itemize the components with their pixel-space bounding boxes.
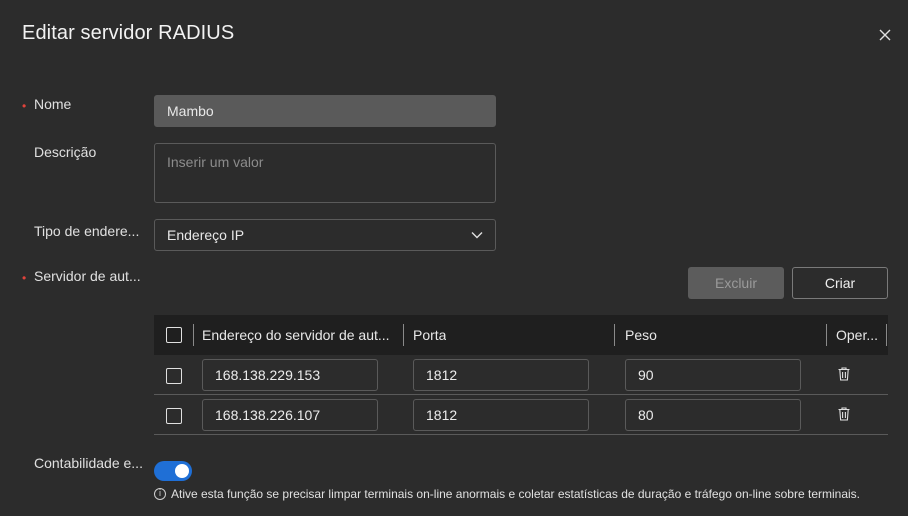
- dialog-title: Editar servidor RADIUS: [22, 22, 235, 44]
- column-separator: [886, 324, 887, 346]
- close-icon: [879, 29, 891, 41]
- auth-server-label: Servidor de aut...: [34, 268, 141, 284]
- name-label: Nome: [34, 96, 72, 112]
- column-separator: [826, 324, 827, 346]
- trash-icon[interactable]: [836, 406, 852, 422]
- table-header: Endereço do servidor de aut... Porta Pes…: [154, 315, 888, 355]
- port-input[interactable]: 1812: [413, 359, 589, 391]
- table-row: 168.138.229.153 1812 90: [154, 355, 888, 395]
- name-input[interactable]: Mambo: [154, 95, 496, 127]
- trash-icon[interactable]: [836, 366, 852, 382]
- table-row: 168.138.226.107 1812 80: [154, 395, 888, 435]
- column-header-weight: Peso: [625, 327, 657, 343]
- accounting-toggle[interactable]: [154, 461, 192, 481]
- chevron-down-icon: [471, 232, 483, 239]
- description-label: Descrição: [34, 144, 97, 160]
- description-input[interactable]: [154, 143, 496, 203]
- address-type-label: Tipo de endere...: [34, 223, 140, 239]
- auth-server-table: Endereço do servidor de aut... Porta Pes…: [154, 315, 888, 435]
- address-input[interactable]: 168.138.226.107: [202, 399, 378, 431]
- column-header-address: Endereço do servidor de aut...: [202, 327, 390, 343]
- info-icon: i: [154, 488, 166, 500]
- accounting-hint-text: Ative esta função se precisar limpar ter…: [171, 487, 860, 501]
- accounting-label: Contabilidade e...: [34, 455, 143, 471]
- required-marker: •: [22, 99, 27, 113]
- accounting-hint: i Ative esta função se precisar limpar t…: [154, 487, 860, 501]
- address-type-select[interactable]: Endereço IP: [154, 219, 496, 251]
- required-marker: •: [22, 271, 27, 285]
- column-separator: [614, 324, 615, 346]
- edit-radius-dialog: Editar servidor RADIUS • Nome Mambo Desc…: [0, 0, 908, 516]
- column-separator: [193, 324, 194, 346]
- row-checkbox[interactable]: [166, 368, 182, 384]
- address-type-value: Endereço IP: [167, 227, 245, 243]
- port-input[interactable]: 1812: [413, 399, 589, 431]
- weight-input[interactable]: 80: [625, 399, 801, 431]
- row-checkbox[interactable]: [166, 408, 182, 424]
- toggle-knob: [175, 464, 189, 478]
- create-button[interactable]: Criar: [792, 267, 888, 299]
- column-header-port: Porta: [413, 327, 447, 343]
- weight-input[interactable]: 90: [625, 359, 801, 391]
- delete-button[interactable]: Excluir: [688, 267, 784, 299]
- close-button[interactable]: [874, 24, 896, 46]
- column-header-operation: Oper...: [836, 327, 879, 343]
- select-all-checkbox[interactable]: [166, 327, 182, 343]
- address-input[interactable]: 168.138.229.153: [202, 359, 378, 391]
- column-separator: [403, 324, 404, 346]
